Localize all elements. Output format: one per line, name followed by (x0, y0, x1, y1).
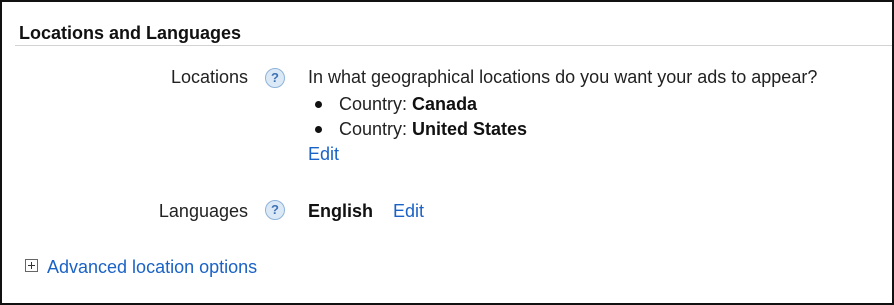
settings-panel: Locations and Languages Locations ? In w… (0, 0, 894, 305)
languages-edit-link[interactable]: Edit (393, 201, 424, 222)
section-title: Locations and Languages (19, 23, 242, 43)
location-prefix: Country: (339, 94, 408, 114)
bullet-icon (315, 126, 322, 133)
bullet-icon (315, 101, 322, 108)
expand-plus-icon[interactable] (25, 259, 38, 272)
language-value: English (308, 201, 374, 221)
location-country: Canada (412, 94, 478, 114)
advanced-location-options-link[interactable]: Advanced location options (47, 257, 257, 278)
languages-help-icon[interactable]: ? (265, 200, 285, 220)
locations-help-icon[interactable]: ? (265, 68, 285, 88)
location-prefix: Country: (339, 119, 408, 139)
locations-label: Locations (170, 67, 248, 87)
locations-edit-link[interactable]: Edit (308, 144, 339, 165)
locations-question: In what geographical locations do you wa… (308, 67, 818, 87)
section-header: Locations and Languages (15, 11, 892, 46)
location-country: United States (412, 119, 528, 139)
languages-label: Languages (158, 201, 248, 221)
